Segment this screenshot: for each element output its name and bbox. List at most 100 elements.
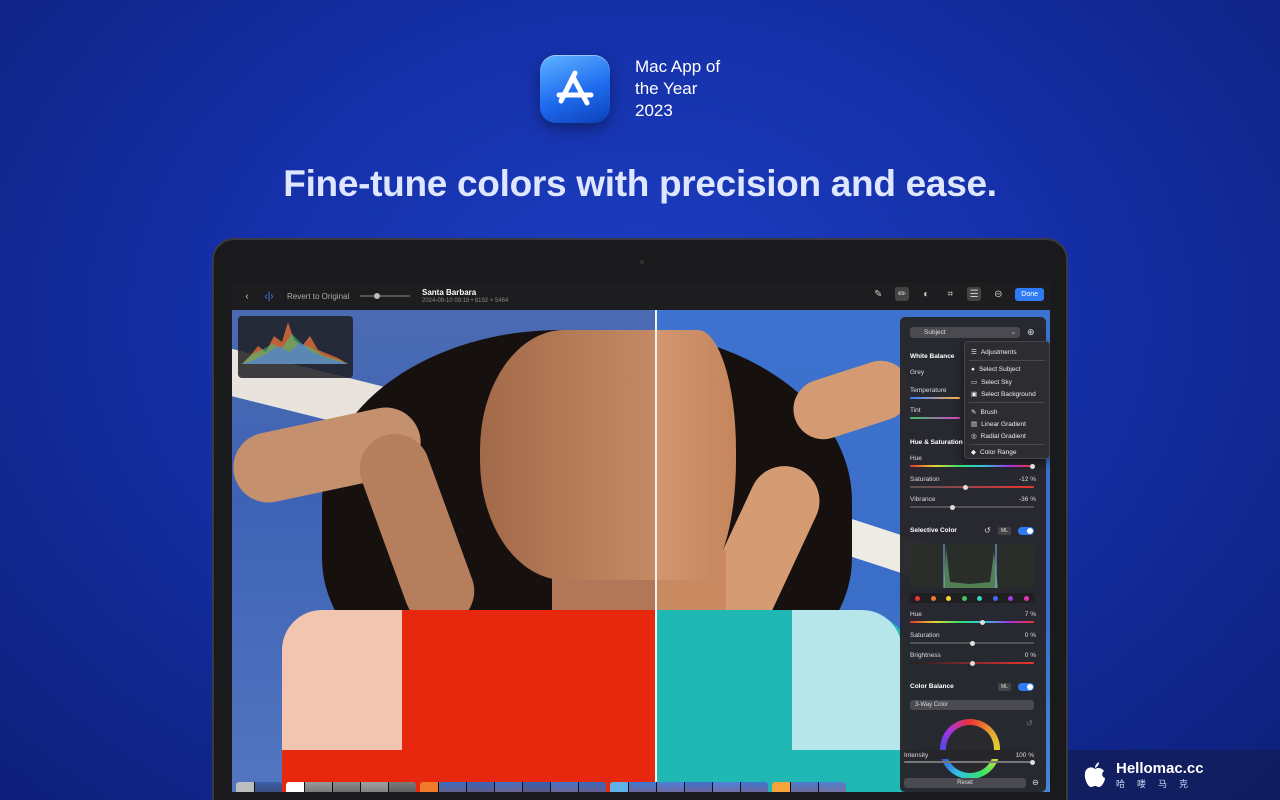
filter-group[interactable]: C — [236, 782, 282, 792]
menu-item-adjustments[interactable]: ☰ Adjustments — [971, 348, 1017, 357]
revert-button[interactable]: Revert to Original — [287, 292, 349, 301]
filter-filmstrip: C BW CN — [236, 782, 896, 792]
color-balance-title: Color Balance — [910, 683, 954, 690]
color-wheel[interactable] — [940, 719, 1000, 779]
color-balance-toggle[interactable] — [1018, 683, 1034, 691]
filter-thumb[interactable] — [712, 782, 740, 792]
menu-item-select-background[interactable]: ▣ Select Background — [971, 390, 1036, 399]
sc-brightness-slider[interactable] — [910, 660, 1034, 666]
camera-dot — [640, 260, 644, 264]
menu-separator — [969, 402, 1045, 403]
swatch-yellow[interactable] — [946, 595, 952, 601]
filter-group[interactable]: BW — [286, 782, 416, 792]
menu-item-brush[interactable]: ✎ Brush — [971, 408, 997, 417]
vibrance-slider-knob[interactable] — [950, 504, 955, 510]
reset-button[interactable]: Reset — [904, 778, 1026, 788]
filter-thumb[interactable] — [522, 782, 550, 792]
adjustments-icon[interactable]: ☰ — [967, 287, 982, 301]
ml-badge[interactable]: ML — [998, 683, 1011, 691]
menu-item-label: Radial Gradient — [980, 432, 1026, 440]
subject-select[interactable]: Subject ⌄ — [910, 327, 1020, 338]
filter-group[interactable]: CN — [420, 782, 606, 792]
temperature-slider[interactable] — [910, 397, 960, 399]
compare-icon[interactable]: ‹|› — [262, 289, 276, 303]
sc-brightness-slider-knob[interactable] — [970, 660, 975, 666]
hue-saturation-title: Hue & Saturation — [910, 439, 963, 446]
hue-slider[interactable] — [910, 463, 1035, 469]
filter-thumb[interactable] — [628, 782, 656, 792]
saturation-slider[interactable] — [910, 484, 1034, 490]
compare-split-line[interactable] — [655, 310, 657, 792]
signature-icon[interactable]: ✎ — [871, 287, 885, 301]
filter-label[interactable]: CN — [420, 782, 438, 792]
hs-saturation-value: -12 % — [1019, 476, 1036, 483]
hs-hue-row: Hue — [910, 455, 1036, 462]
sc-hue-slider-knob[interactable] — [980, 619, 985, 625]
sc-saturation-slider[interactable] — [910, 640, 1034, 646]
filter-thumb[interactable] — [360, 782, 388, 792]
filter-thumb[interactable] — [818, 782, 846, 792]
tint-slider[interactable] — [910, 417, 960, 419]
intensity-slider-knob[interactable] — [1030, 759, 1035, 765]
face-left — [480, 330, 656, 580]
menu-item-select-sky[interactable]: ▭ Select Sky — [971, 378, 1012, 387]
filter-thumb[interactable] — [466, 782, 494, 792]
filter-group[interactable]: MF — [772, 782, 846, 792]
crop-icon[interactable]: ⌗ — [943, 287, 957, 301]
done-button[interactable]: Done — [1015, 287, 1044, 301]
color-balance-mode-select[interactable]: 3-Way Color — [910, 700, 1034, 710]
filter-thumb[interactable] — [494, 782, 522, 792]
filter-thumb[interactable] — [304, 782, 332, 792]
swatch-green[interactable] — [961, 595, 967, 601]
more-options-icon[interactable]: ⊖ — [991, 287, 1005, 301]
swatch-cyan[interactable] — [977, 595, 983, 601]
reset-wheel-icon[interactable]: ↺ — [1026, 719, 1033, 728]
hue-slider-knob[interactable] — [1030, 463, 1035, 469]
zoom-slider[interactable] — [360, 293, 410, 299]
swatch-blue[interactable] — [992, 595, 998, 601]
back-chevron-icon[interactable]: ‹ — [240, 289, 254, 303]
filter-thumb[interactable] — [656, 782, 684, 792]
swatch-purple[interactable] — [1008, 595, 1014, 601]
filter-thumb[interactable] — [684, 782, 712, 792]
intensity-slider[interactable] — [904, 759, 1035, 765]
add-mask-icon[interactable]: ⊕ — [1027, 327, 1035, 338]
selective-color-toggle[interactable] — [1018, 527, 1034, 535]
badge-text: Mac App of the Year 2023 — [635, 56, 745, 122]
ml-badge[interactable]: ML — [998, 527, 1011, 535]
filter-thumb[interactable] — [388, 782, 416, 792]
filter-thumb[interactable] — [550, 782, 578, 792]
filter-group[interactable]: CF — [610, 782, 768, 792]
hs-vibrance-row: Vibrance -36 % — [910, 496, 1036, 503]
vibrance-slider[interactable] — [910, 504, 1034, 510]
undo-icon[interactable]: ↺ — [984, 526, 991, 535]
pencil-icon[interactable]: ✏ — [895, 287, 910, 301]
menu-item-select-subject[interactable]: ● Select Subject — [971, 366, 1021, 373]
filter-thumb[interactable] — [790, 782, 818, 792]
filter-thumb[interactable] — [578, 782, 606, 792]
chevron-down-icon: ⌄ — [1010, 329, 1016, 336]
filter-label[interactable]: MF — [772, 782, 790, 792]
sc-hue-slider[interactable] — [910, 619, 1034, 625]
sc-saturation-row: Saturation 0 % — [910, 632, 1036, 639]
brush-icon: ✎ — [971, 409, 977, 416]
remove-icon[interactable]: ⊖ — [1032, 778, 1039, 787]
filter-label[interactable]: BW — [286, 782, 304, 792]
menu-item-linear-gradient[interactable]: ▤ Linear Gradient — [971, 420, 1026, 429]
filter-thumb[interactable] — [254, 782, 282, 792]
zoom-slider-knob[interactable] — [374, 293, 380, 299]
sky-icon: ▭ — [971, 379, 978, 386]
swatch-red[interactable] — [915, 595, 921, 601]
filter-thumb[interactable] — [332, 782, 360, 792]
sc-saturation-slider-knob[interactable] — [970, 640, 975, 646]
filter-label[interactable]: CF — [610, 782, 628, 792]
filter-thumb[interactable] — [740, 782, 768, 792]
mask-icon[interactable]: ◐ — [919, 287, 933, 301]
swatch-magenta[interactable] — [1023, 595, 1029, 601]
swatch-orange[interactable] — [930, 595, 936, 601]
filter-label[interactable]: C — [236, 782, 254, 792]
saturation-slider-knob[interactable] — [963, 484, 968, 490]
filter-thumb[interactable] — [438, 782, 466, 792]
selective-color-title: Selective Color — [910, 527, 957, 534]
menu-item-radial-gradient[interactable]: ◎ Radial Gradient — [971, 432, 1026, 441]
